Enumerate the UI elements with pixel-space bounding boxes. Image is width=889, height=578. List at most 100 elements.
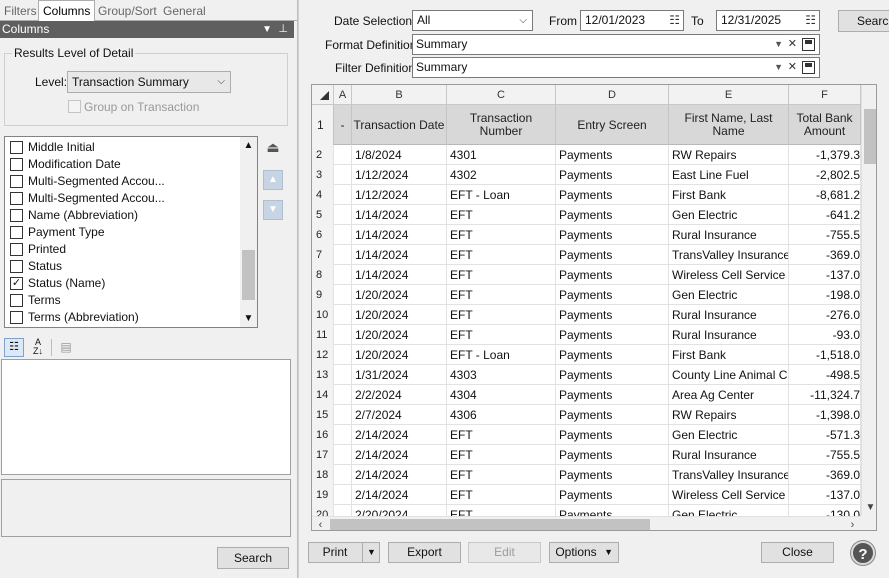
panel-splitter[interactable] <box>297 0 299 578</box>
cell-transaction-date[interactable]: 1/20/2024 <box>352 325 447 345</box>
scrollbar-thumb[interactable] <box>864 109 876 164</box>
cell-transaction-number[interactable]: 4302 <box>447 165 556 185</box>
scroll-up-icon[interactable]: ▲ <box>240 137 257 154</box>
columns-list-scrollbar[interactable]: ▲ ▼ <box>240 137 257 327</box>
cell-a[interactable] <box>334 365 352 385</box>
scroll-right-icon[interactable]: › <box>844 517 861 530</box>
table-row[interactable]: 3 1/12/2024 4302 Payments East Line Fuel -2,8… <box>312 165 876 185</box>
cell-total-bank-amount[interactable]: -571.3 <box>789 425 861 445</box>
table-row[interactable]: 13 1/31/2024 4303 Payments County Line Anima… <box>312 365 876 385</box>
cell-a[interactable] <box>334 425 352 445</box>
cell-name[interactable]: Rural Insurance <box>669 325 789 345</box>
cell-name[interactable]: First Bank <box>669 185 789 205</box>
grid-vertical-scrollbar[interactable]: ▼ <box>861 85 876 516</box>
column-option[interactable]: Status <box>5 258 241 275</box>
cell-transaction-number[interactable]: EFT <box>447 225 556 245</box>
cell-transaction-date[interactable]: 2/14/2024 <box>352 465 447 485</box>
cell-transaction-number[interactable]: EFT <box>447 445 556 465</box>
cell-name[interactable]: RW Repairs <box>669 145 789 165</box>
cell-transaction-date[interactable]: 1/12/2024 <box>352 165 447 185</box>
help-icon[interactable]: ? <box>851 541 875 565</box>
left-search-button[interactable]: Search <box>217 547 289 569</box>
header-cell-a[interactable]: - <box>334 105 352 145</box>
cell-a[interactable] <box>334 445 352 465</box>
cell-a[interactable] <box>334 325 352 345</box>
column-option-checkbox[interactable] <box>10 243 23 256</box>
table-row[interactable]: 19 2/14/2024 EFT Payments Wireless Cell Serv… <box>312 485 876 505</box>
column-option[interactable]: Terms <box>5 292 241 309</box>
save-icon[interactable] <box>802 61 815 74</box>
column-option-checkbox[interactable] <box>10 311 23 324</box>
results-grid[interactable]: A B C D E F 1 - Transaction Date Transac… <box>311 84 877 531</box>
edit-button[interactable]: Edit <box>468 542 541 563</box>
cell-total-bank-amount[interactable]: -755.5 <box>789 445 861 465</box>
column-option-checkbox[interactable]: ✓ <box>10 277 23 290</box>
search-button[interactable]: Search <box>838 10 889 32</box>
table-row[interactable]: 12 1/20/2024 EFT - Loan Payments First Bank -… <box>312 345 876 365</box>
table-row[interactable]: 17 2/14/2024 EFT Payments Rural Insurance -75… <box>312 445 876 465</box>
cell-a[interactable] <box>334 265 352 285</box>
column-option-checkbox[interactable] <box>10 294 23 307</box>
cell-transaction-date[interactable]: 1/14/2024 <box>352 205 447 225</box>
cell-name[interactable]: Gen Electric <box>669 285 789 305</box>
cell-entry-screen[interactable]: Payments <box>556 145 669 165</box>
cell-name[interactable]: Wireless Cell Service <box>669 265 789 285</box>
column-letter-b[interactable]: B <box>352 85 447 105</box>
cell-a[interactable] <box>334 245 352 265</box>
cell-entry-screen[interactable]: Payments <box>556 325 669 345</box>
print-dropdown-icon[interactable]: ▼ <box>364 543 379 562</box>
column-letter-a[interactable]: A <box>334 85 352 105</box>
clear-icon[interactable]: ✕ <box>788 35 797 54</box>
column-letter-e[interactable]: E <box>669 85 789 105</box>
cell-transaction-number[interactable]: EFT - Loan <box>447 185 556 205</box>
column-option-checkbox[interactable] <box>10 209 23 222</box>
tab-columns[interactable]: Columns <box>38 0 96 22</box>
cell-total-bank-amount[interactable]: -8,681.2 <box>789 185 861 205</box>
table-row[interactable]: 10 1/20/2024 EFT Payments Rural Insurance -27… <box>312 305 876 325</box>
table-row[interactable]: 14 2/2/2024 4304 Payments Area Ag Center -11,… <box>312 385 876 405</box>
cell-entry-screen[interactable]: Payments <box>556 345 669 365</box>
cell-entry-screen[interactable]: Payments <box>556 385 669 405</box>
cell-a[interactable] <box>334 485 352 505</box>
cell-total-bank-amount[interactable]: -2,802.5 <box>789 165 861 185</box>
level-dropdown[interactable]: Transaction Summary ⌵ <box>67 71 231 93</box>
cell-transaction-date[interactable]: 1/20/2024 <box>352 345 447 365</box>
cell-entry-screen[interactable]: Payments <box>556 305 669 325</box>
column-option-checkbox[interactable] <box>10 226 23 239</box>
format-definition-field[interactable]: Summary ▼ ✕ <box>412 34 820 55</box>
column-option[interactable]: Payment Type <box>5 224 241 241</box>
cell-total-bank-amount[interactable]: -276.0 <box>789 305 861 325</box>
scroll-left-icon[interactable]: ‹ <box>312 517 329 530</box>
columns-list[interactable]: Middle Initial Modification Date Multi-Seg… <box>4 136 258 328</box>
select-all-corner[interactable] <box>312 85 334 105</box>
header-transaction-number[interactable]: Transaction Number <box>447 105 556 145</box>
column-option-checkbox[interactable] <box>10 141 23 154</box>
cell-transaction-number[interactable]: EFT - Loan <box>447 345 556 365</box>
column-option-checkbox[interactable] <box>10 260 23 273</box>
cell-total-bank-amount[interactable]: -1,379.3 <box>789 145 861 165</box>
column-option[interactable]: Terms (Abbreviation) <box>5 309 241 326</box>
tab-filters[interactable]: Filters <box>0 2 41 21</box>
cell-entry-screen[interactable]: Payments <box>556 285 669 305</box>
column-option[interactable]: Name (Abbreviation) <box>5 207 241 224</box>
table-row[interactable]: 18 2/14/2024 EFT Payments TransValley Insura… <box>312 465 876 485</box>
table-row[interactable]: 9 1/20/2024 EFT Payments Gen Electric -198.0 <box>312 285 876 305</box>
cell-a[interactable] <box>334 205 352 225</box>
cell-a[interactable] <box>334 385 352 405</box>
cell-total-bank-amount[interactable]: -93.0 <box>789 325 861 345</box>
cell-transaction-number[interactable]: EFT <box>447 245 556 265</box>
cell-transaction-date[interactable]: 1/14/2024 <box>352 245 447 265</box>
cell-transaction-number[interactable]: 4306 <box>447 405 556 425</box>
group-on-transaction-checkbox[interactable] <box>68 100 81 113</box>
column-option[interactable]: Middle Initial <box>5 139 241 156</box>
panel-chevron-down-icon[interactable]: ▼ <box>262 21 272 38</box>
cell-name[interactable]: TransValley Insurance <box>669 245 789 265</box>
date-selection-dropdown[interactable]: All ⌵ <box>412 10 533 31</box>
calendar-icon[interactable]: ☷ <box>669 11 680 30</box>
cell-transaction-date[interactable]: 1/14/2024 <box>352 265 447 285</box>
cell-name[interactable]: East Line Fuel <box>669 165 789 185</box>
cell-name[interactable]: TransValley Insurance <box>669 465 789 485</box>
cell-entry-screen[interactable]: Payments <box>556 185 669 205</box>
move-up-button[interactable]: ▲ <box>263 170 283 190</box>
column-option[interactable]: Multi-Segmented Accou... <box>5 173 241 190</box>
